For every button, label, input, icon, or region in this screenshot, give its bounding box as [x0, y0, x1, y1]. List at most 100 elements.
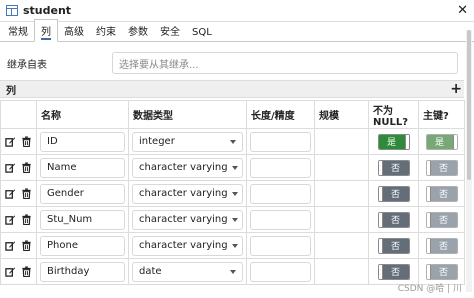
data-type-select[interactable]: date: [132, 261, 243, 282]
length-input[interactable]: [250, 131, 311, 152]
edit-icon[interactable]: [5, 136, 16, 147]
length-input[interactable]: [250, 235, 311, 256]
header-actions: [0, 100, 37, 129]
trash-icon[interactable]: [21, 240, 32, 252]
name-cell: Phone: [36, 232, 129, 259]
primary-key-toggle[interactable]: 是: [425, 133, 458, 150]
name-cell: Birthday: [36, 258, 129, 285]
data-type-value: character varying: [139, 188, 228, 199]
primary-key-cell: 否: [418, 232, 465, 259]
not-null-cell: 否: [368, 206, 419, 233]
not-null-toggle[interactable]: 否: [377, 159, 410, 176]
tab-security[interactable]: 安全: [154, 20, 186, 41]
close-icon[interactable]: ✕: [457, 4, 468, 17]
not-null-cell: 是: [368, 128, 419, 155]
column-name-input[interactable]: Stu_Num: [40, 209, 125, 230]
table-row: Stu_Num character varying 否 否: [0, 206, 465, 233]
data-type-select[interactable]: character varying: [132, 157, 243, 178]
header-length: 长度/精度: [246, 100, 315, 129]
data-type-select[interactable]: character varying: [132, 235, 243, 256]
row-actions-cell: [0, 258, 37, 285]
chevron-down-icon: [230, 269, 236, 274]
tab-general[interactable]: 常规: [2, 20, 34, 41]
add-column-button[interactable]: +: [450, 82, 462, 96]
length-input[interactable]: [250, 157, 311, 178]
length-input[interactable]: [250, 261, 311, 282]
name-cell: Stu_Num: [36, 206, 129, 233]
window-title: student: [23, 4, 72, 17]
scale-cell: [314, 258, 369, 285]
table-row: Birthday date 否 否: [0, 258, 465, 285]
header-not-null: 不为 NULL?: [368, 100, 419, 129]
trash-icon[interactable]: [21, 136, 32, 148]
primary-key-toggle-label: 否: [430, 238, 457, 253]
header-primary-key: 主键?: [418, 100, 465, 129]
column-name-input[interactable]: ID: [40, 131, 125, 152]
edit-icon[interactable]: [5, 188, 16, 199]
not-null-toggle-label: 否: [382, 160, 409, 175]
tab-parameters[interactable]: 参数: [122, 20, 154, 41]
name-cell: ID: [36, 128, 129, 155]
tab-advanced[interactable]: 高级: [58, 20, 90, 41]
trash-icon[interactable]: [21, 188, 32, 200]
length-cell: [246, 154, 315, 181]
chevron-down-icon: [231, 243, 238, 248]
not-null-toggle[interactable]: 是: [377, 133, 410, 150]
edit-icon[interactable]: [5, 240, 16, 251]
table-row: Gender character varying 否 否: [0, 180, 465, 207]
scale-cell: [314, 206, 369, 233]
column-name-input[interactable]: Name: [40, 157, 125, 178]
data-type-value: character varying: [139, 240, 228, 251]
not-null-toggle[interactable]: 否: [377, 263, 410, 280]
data-type-select[interactable]: integer: [132, 131, 243, 152]
tab-constraints[interactable]: 约束: [90, 20, 122, 41]
data-type-value: character varying: [139, 162, 228, 173]
vertical-scrollbar[interactable]: [466, 30, 472, 292]
edit-icon[interactable]: [5, 266, 16, 277]
column-name-input[interactable]: Phone: [40, 235, 125, 256]
not-null-toggle-label: 否: [382, 264, 409, 279]
trash-icon[interactable]: [21, 162, 32, 174]
not-null-toggle[interactable]: 否: [377, 211, 410, 228]
type-cell: date: [128, 258, 247, 285]
length-input[interactable]: [250, 209, 311, 230]
column-name-input[interactable]: Gender: [40, 183, 125, 204]
primary-key-cell: 是: [418, 128, 465, 155]
not-null-cell: 否: [368, 232, 419, 259]
length-cell: [246, 232, 315, 259]
not-null-toggle[interactable]: 否: [377, 185, 410, 202]
toggle-knob: [452, 134, 457, 149]
inherit-select[interactable]: 选择要从其继承...: [112, 52, 458, 74]
data-type-value: integer: [139, 136, 175, 147]
grid-header-row: 名称 数据类型 长度/精度 规模 不为 NULL? 主键?: [0, 100, 465, 129]
header-scale: 规模: [314, 100, 369, 129]
columns-grid: 名称 数据类型 长度/精度 规模 不为 NULL? 主键? ID integer 是…: [0, 100, 465, 285]
table-row: ID integer 是 是: [0, 128, 465, 155]
scale-cell: [314, 232, 369, 259]
not-null-toggle[interactable]: 否: [377, 237, 410, 254]
primary-key-toggle[interactable]: 否: [425, 211, 458, 228]
tab-columns[interactable]: 列: [34, 19, 58, 42]
edit-icon[interactable]: [5, 214, 16, 225]
primary-key-toggle[interactable]: 否: [425, 159, 458, 176]
window-titlebar: student ✕: [0, 0, 474, 22]
column-name-input[interactable]: Birthday: [40, 261, 125, 282]
tab-bar: 常规 列 高级 约束 参数 安全 SQL: [0, 19, 474, 42]
scale-cell: [314, 180, 369, 207]
scale-cell: [314, 154, 369, 181]
length-input[interactable]: [250, 183, 311, 204]
trash-icon[interactable]: [21, 266, 32, 278]
edit-icon[interactable]: [5, 162, 16, 173]
primary-key-toggle-label: 否: [430, 212, 457, 227]
data-type-select[interactable]: character varying: [132, 183, 243, 204]
primary-key-toggle[interactable]: 否: [425, 263, 458, 280]
trash-icon[interactable]: [21, 214, 32, 226]
primary-key-toggle[interactable]: 否: [425, 237, 458, 254]
scrollbar-thumb[interactable]: [467, 30, 471, 180]
tab-sql[interactable]: SQL: [186, 24, 218, 41]
data-type-select[interactable]: character varying: [132, 209, 243, 230]
primary-key-toggle[interactable]: 否: [425, 185, 458, 202]
type-cell: character varying: [128, 206, 247, 233]
not-null-toggle-label: 是: [378, 134, 405, 149]
type-cell: character varying: [128, 232, 247, 259]
